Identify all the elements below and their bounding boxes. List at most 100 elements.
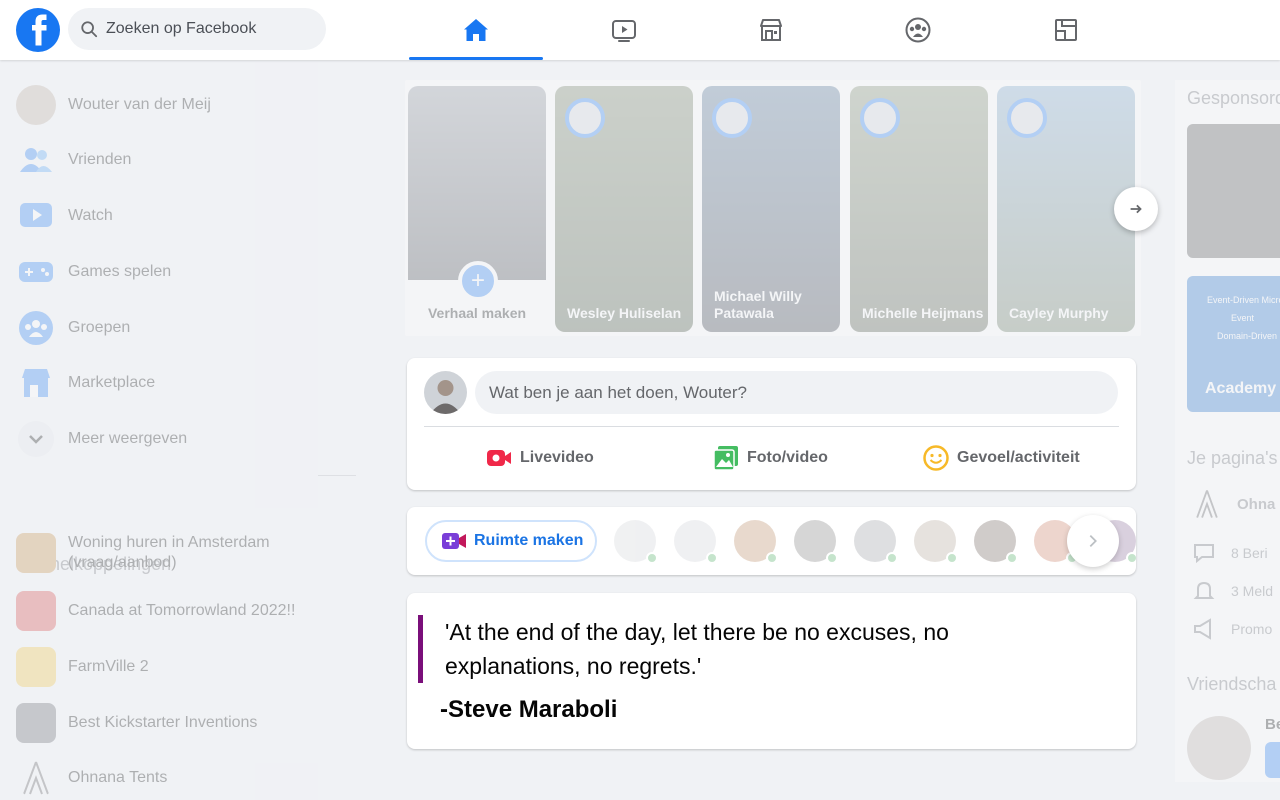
arrow-right-icon [1130, 204, 1142, 214]
shortcut-label: FarmVille 2 [68, 658, 149, 675]
sidebar-item-label: Watch [68, 207, 113, 224]
shortcut-label: Woning huren in Amsterdam (vraag/aanbod) [68, 534, 270, 571]
avatar[interactable] [794, 520, 838, 564]
sidebar-item-groups[interactable]: Groepen [16, 308, 130, 348]
stories-tray: + Verhaal maken Wesley Huliselan Michael… [405, 80, 1141, 336]
ad-text-line: Event [1231, 313, 1255, 323]
avatar[interactable] [734, 520, 778, 564]
top-navigation-bar: Zoeken op Facebook [0, 0, 1280, 60]
shortcut-item[interactable]: FarmVille 2 [16, 647, 149, 687]
create-room-button[interactable]: Ruimte maken [425, 520, 597, 562]
story-author: Michael Willy Patawala [714, 288, 802, 321]
quote-text: 'At the end of the day, let there be no … [445, 619, 949, 679]
bell-icon [1193, 581, 1215, 599]
plus-icon: + [458, 261, 498, 301]
facebook-f-icon [32, 14, 47, 46]
shortcut-item[interactable]: Canada at Tomorrowland 2022!! [16, 591, 295, 631]
groups-icon [19, 311, 53, 345]
avatar[interactable] [424, 371, 467, 414]
shortcut-item[interactable]: Ohnana Tents [16, 758, 167, 798]
shortcut-label: Best Kickstarter Inventions [68, 714, 258, 731]
live-video-button[interactable]: Livevideo [485, 440, 594, 476]
story-author: Wesley Huliselan [567, 305, 682, 321]
tab-gaming[interactable] [999, 0, 1133, 60]
chevron-down-icon [18, 421, 54, 457]
tent-icon [23, 761, 49, 795]
megaphone-icon [1194, 618, 1211, 640]
story-author: Michelle Heijmans [862, 305, 984, 321]
ad-title: Academy [1205, 380, 1277, 397]
shortcut-item[interactable]: Best Kickstarter Inventions [16, 703, 257, 743]
sidebar-item-marketplace[interactable]: Marketplace [16, 363, 155, 403]
video-plus-icon [442, 533, 466, 549]
avatar[interactable] [614, 520, 658, 564]
gaming-icon [1055, 19, 1077, 41]
sidebar-item-friends[interactable]: Vrienden [16, 140, 131, 180]
live-video-icon [487, 450, 511, 466]
avatar[interactable] [1187, 716, 1251, 780]
page-notifications[interactable]: 3 Meld [1191, 578, 1273, 604]
sidebar-item-label: Wouter van der Meij [68, 96, 211, 113]
friend-request-name: Be [1265, 716, 1280, 733]
create-room-label: Ruimte maken [474, 532, 584, 549]
marketplace-icon [22, 369, 50, 397]
games-icon [19, 262, 53, 282]
smiley-icon [923, 445, 949, 471]
avatar[interactable] [854, 520, 898, 564]
page-messages[interactable]: 8 Beri [1191, 540, 1268, 566]
shortcut-label: Canada at Tomorrowland 2022!! [68, 602, 296, 619]
friends-icon [20, 148, 52, 172]
tab-home[interactable] [409, 0, 543, 60]
search-icon [81, 21, 98, 38]
facebook-logo[interactable] [16, 8, 60, 52]
online-indicator [766, 552, 778, 564]
sidebar-item-profile[interactable]: Wouter van der Meij [16, 85, 211, 125]
search-placeholder: Zoeken op Facebook [106, 20, 257, 37]
story-card[interactable]: Michael Willy Patawala [702, 86, 840, 332]
page-promote[interactable]: Promo [1191, 616, 1272, 642]
page-notifications-label: 3 Meld [1231, 583, 1274, 599]
avatar[interactable] [974, 520, 1018, 564]
sidebar-divider [318, 475, 356, 476]
search-input[interactable]: Zoeken op Facebook [68, 8, 326, 50]
feeling-activity-button[interactable]: Gevoel/activiteit [922, 440, 1080, 476]
story-card[interactable]: Wesley Huliselan [555, 86, 693, 332]
sidebar-item-more[interactable]: Meer weergeven [16, 419, 187, 459]
photo-video-button[interactable]: Foto/video [712, 440, 828, 476]
page-promote-label: Promo [1231, 621, 1273, 637]
sidebar-item-watch[interactable]: Watch [16, 196, 113, 236]
sponsored-ad-card[interactable]: Event-Driven Micro Event Domain-Driven A… [1187, 276, 1280, 412]
sidebar-item-label: Groepen [68, 319, 131, 336]
pages-heading: Je pagina's [1187, 448, 1278, 468]
story-card[interactable]: Michelle Heijmans [850, 86, 988, 332]
avatar [712, 98, 752, 138]
online-indicator [886, 552, 898, 564]
ad-text-line: Event-Driven Micro [1207, 295, 1280, 305]
user-avatar-icon [430, 380, 461, 414]
post-composer: Wat ben je aan het doen, Wouter? Livevid… [407, 358, 1136, 490]
tab-watch[interactable] [557, 0, 691, 60]
create-story-card[interactable]: + Verhaal maken [408, 86, 546, 332]
rooms-next-button[interactable] [1067, 515, 1119, 567]
online-indicator [826, 552, 838, 564]
shortcut-item[interactable]: Woning huren in Amsterdam (vraag/aanbod) [16, 533, 298, 573]
sidebar-item-games[interactable]: Games spelen [16, 252, 171, 292]
page-name: Ohna [1237, 495, 1276, 513]
online-indicator [1006, 552, 1018, 564]
sponsored-ad-image[interactable] [1187, 124, 1280, 258]
story-cover [408, 86, 546, 280]
sponsored-heading: Gesponsord [1187, 88, 1280, 108]
shortcut-thumbnail [16, 703, 56, 743]
page-shortcut[interactable]: Ohna [1191, 488, 1275, 520]
shortcut-thumbnail [16, 591, 56, 631]
composer-input[interactable]: Wat ben je aan het doen, Wouter? [475, 371, 1118, 414]
avatar[interactable] [914, 520, 958, 564]
tab-groups[interactable] [851, 0, 985, 60]
avatar[interactable] [674, 520, 718, 564]
avatar [860, 98, 900, 138]
tab-marketplace[interactable] [704, 0, 838, 60]
confirm-request-button[interactable] [1265, 742, 1280, 778]
watch-icon [612, 20, 636, 42]
stories-next-button[interactable] [1114, 187, 1158, 231]
online-indicator [706, 552, 718, 564]
